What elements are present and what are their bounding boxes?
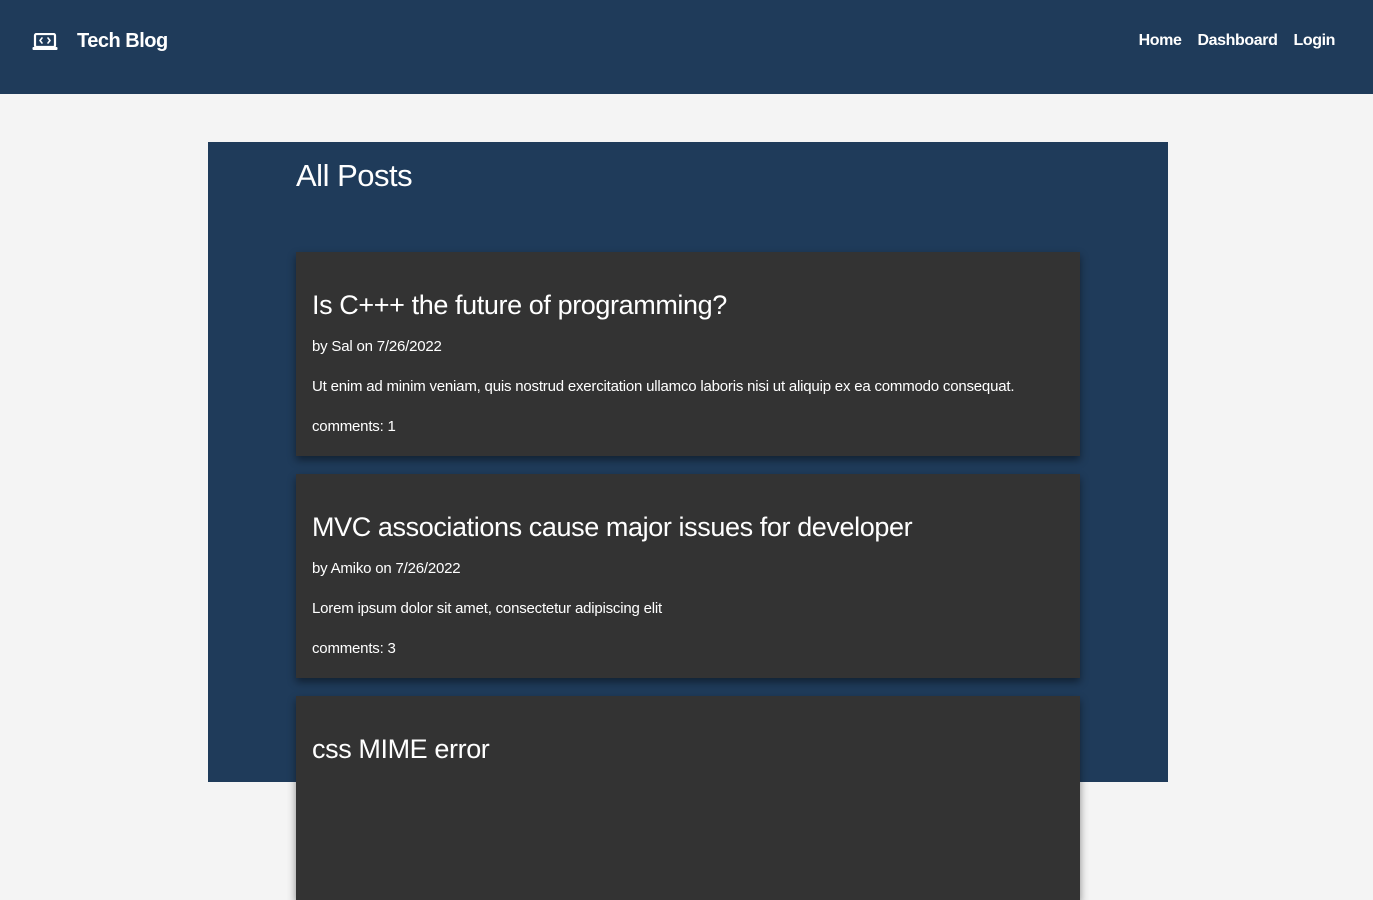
post-card[interactable]: css MIME error — [296, 696, 1080, 900]
post-comment-count: comments: 3 — [312, 640, 396, 657]
post-meta: by Sal on 7/26/2022 — [312, 338, 442, 355]
post-card[interactable]: Is C+++ the future of programming? by Sa… — [296, 252, 1080, 456]
page-title: All Posts — [296, 158, 413, 193]
post-card[interactable]: MVC associations cause major issues for … — [296, 474, 1080, 678]
nav-home-link[interactable]: Home — [1139, 32, 1182, 50]
nav-dashboard-link[interactable]: Dashboard — [1197, 32, 1277, 50]
brand-link[interactable]: Tech Blog — [32, 30, 168, 53]
post-meta: by Amiko on 7/26/2022 — [312, 560, 461, 577]
post-title[interactable]: MVC associations cause major issues for … — [312, 512, 913, 543]
nav-login-link[interactable]: Login — [1293, 32, 1335, 50]
laptop-code-icon — [32, 32, 58, 51]
posts-panel: All Posts Is C+++ the future of programm… — [208, 142, 1168, 900]
post-body: Ut enim ad minim veniam, quis nostrud ex… — [312, 378, 1015, 395]
post-title[interactable]: Is C+++ the future of programming? — [312, 290, 727, 321]
site-title: Tech Blog — [77, 30, 168, 52]
post-body: Lorem ipsum dolor sit amet, consectetur … — [312, 600, 662, 617]
navbar: Tech Blog Home Dashboard Login — [0, 0, 1373, 94]
post-comment-count: comments: 1 — [312, 418, 396, 435]
nav-menu: Home Dashboard Login — [1123, 32, 1336, 50]
